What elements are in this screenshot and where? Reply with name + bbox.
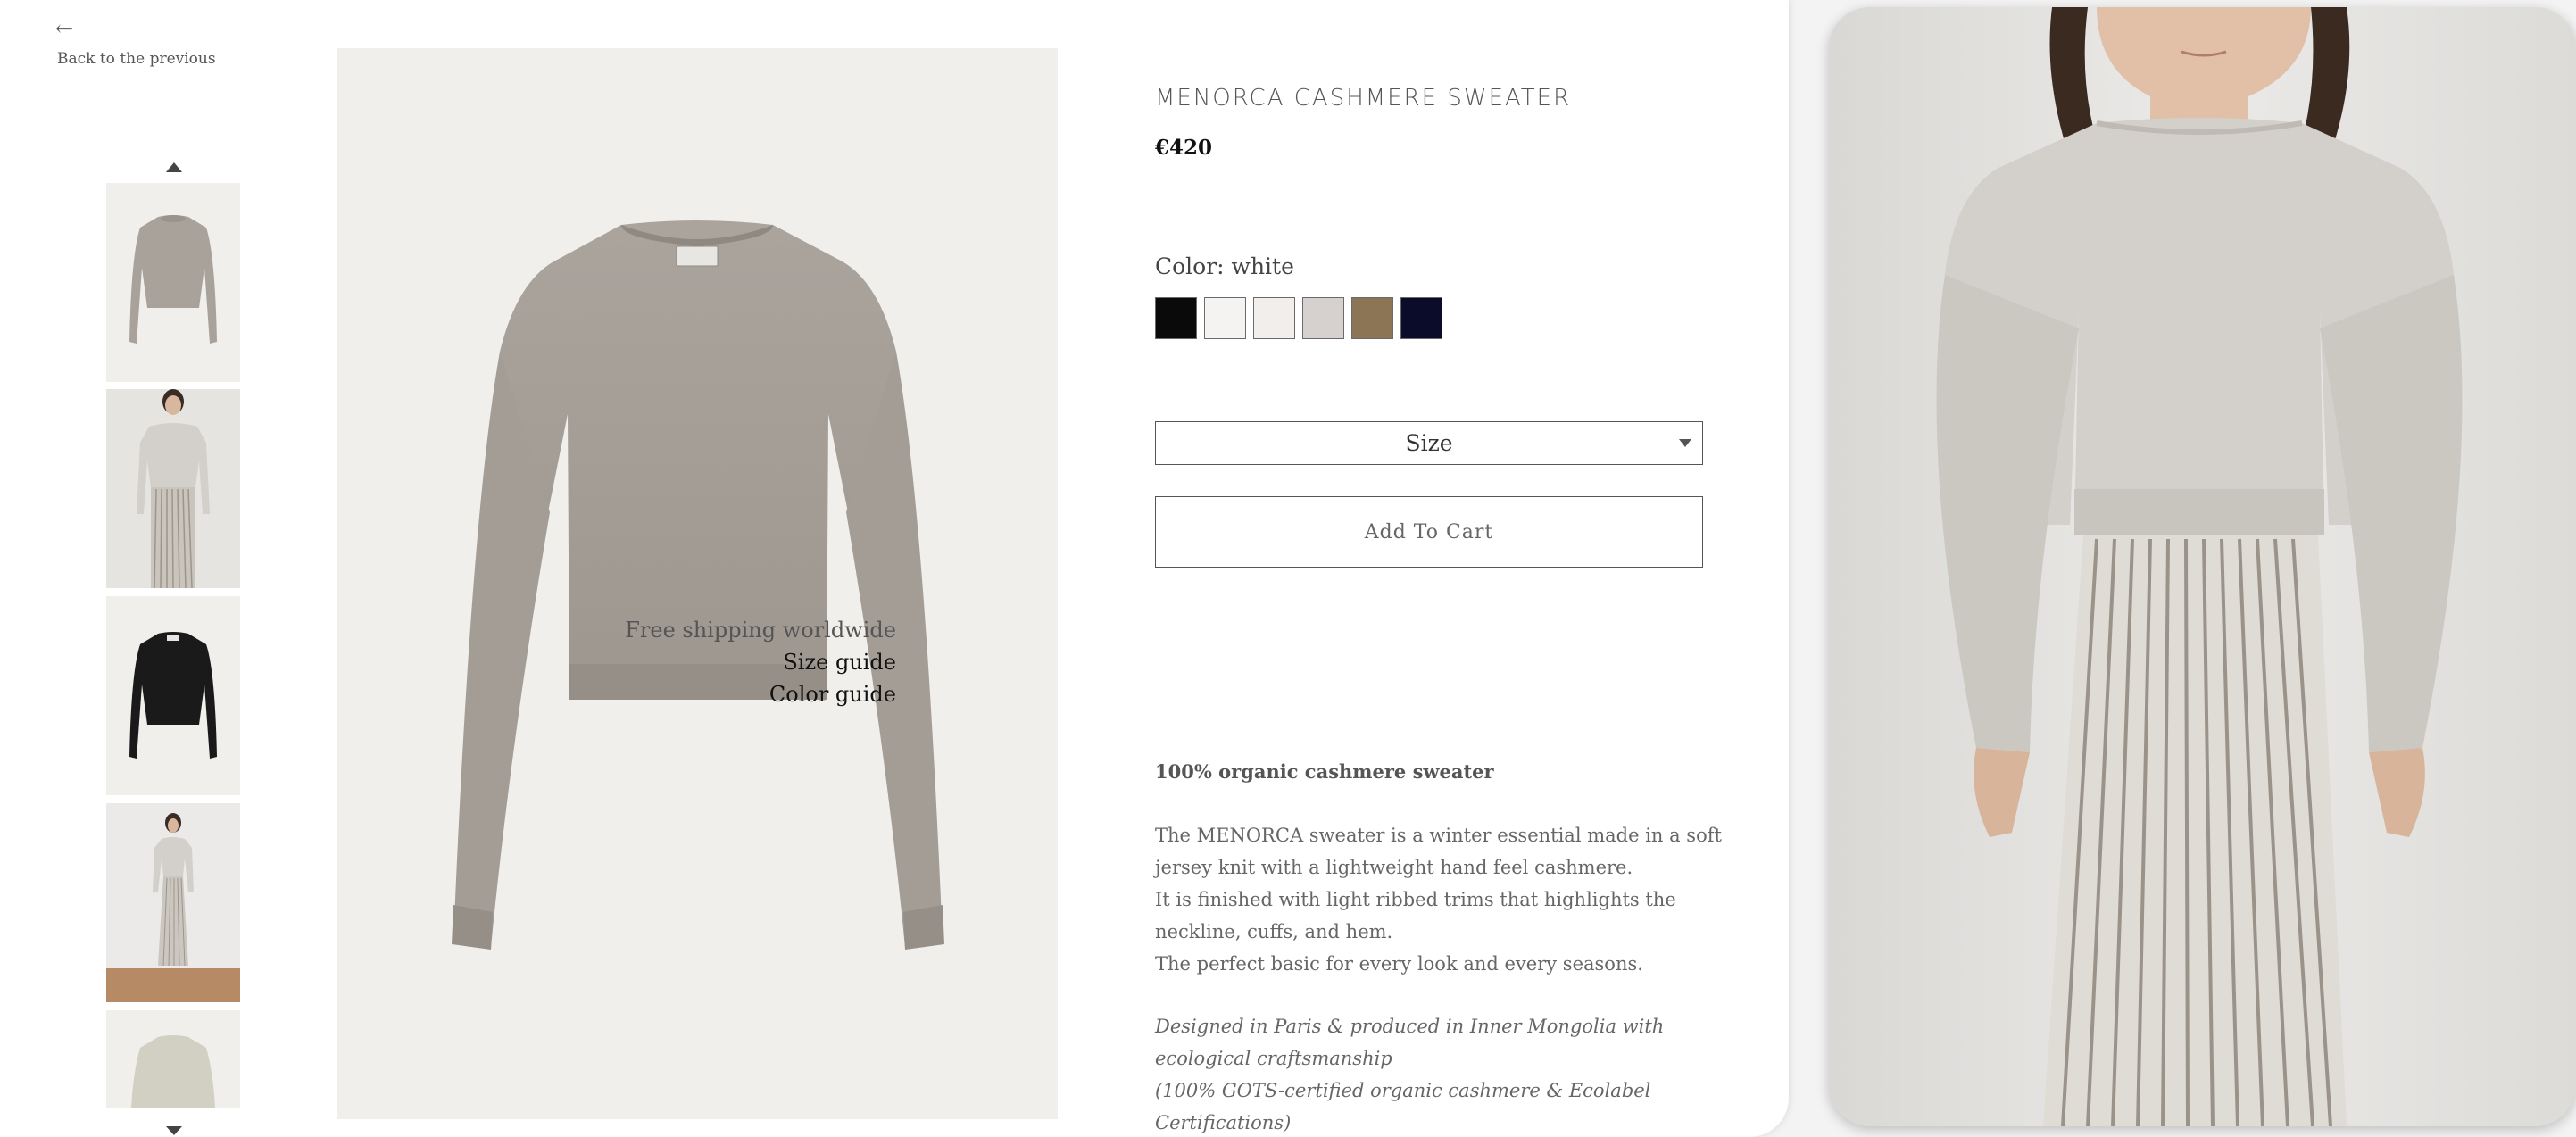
selected-color-label: Color: white	[1155, 253, 1294, 279]
thumbnail-1[interactable]	[106, 183, 240, 382]
description-line: The MENORCA sweater is a winter essentia…	[1155, 825, 1722, 846]
thumbnail-sweater-light-image	[106, 1010, 240, 1108]
thumbnails-up-arrow-icon[interactable]	[166, 162, 182, 172]
thumbnail-5[interactable]	[106, 1010, 240, 1108]
thumbnail-4[interactable]	[106, 803, 240, 1002]
back-link[interactable]: Back to the previous	[57, 50, 216, 68]
swatch-ivory[interactable]	[1253, 297, 1295, 339]
swatch-black[interactable]	[1155, 297, 1197, 339]
color-guide-link[interactable]: Color guide	[450, 678, 896, 710]
model-photo-card	[1829, 7, 2576, 1126]
size-guide-link[interactable]: Size guide	[450, 646, 896, 678]
production-note-line: ecological craftsmanship	[1155, 1048, 1392, 1069]
back-arrow-icon[interactable]: ←	[55, 16, 73, 41]
thumbnail-2[interactable]	[106, 389, 240, 588]
description-line: The perfect basic for every look and eve…	[1155, 953, 1643, 975]
thumbnail-sweater-black-image	[106, 596, 240, 795]
add-to-cart-button[interactable]: Add To Cart	[1155, 496, 1703, 568]
model-wearing-sweater-image	[1829, 7, 2576, 1126]
chevron-down-icon	[1679, 439, 1691, 447]
thumbnails-down-arrow-icon[interactable]	[166, 1126, 182, 1135]
color-swatches	[1155, 297, 1442, 339]
production-note-line: Designed in Paris & produced in Inner Mo…	[1155, 1016, 1665, 1037]
swatch-camel[interactable]	[1351, 297, 1393, 339]
description-body: The MENORCA sweater is a winter essentia…	[1155, 819, 1726, 980]
product-title: MENORCA CASHMERE SWEATER	[1155, 85, 1572, 112]
info-links: Free shipping worldwide Size guide Color…	[450, 614, 896, 710]
description-line: jersey knit with a lightweight hand feel…	[1155, 857, 1633, 878]
production-note-line: (100% GOTS-certified organic cashmere & …	[1155, 1080, 1651, 1101]
size-select-label: Size	[1405, 430, 1453, 456]
production-note: Designed in Paris & produced in Inner Mo…	[1155, 1010, 1726, 1137]
product-price: €420	[1155, 136, 1213, 160]
main-product-image	[337, 48, 1058, 1119]
description-heading: 100% organic cashmere sweater	[1155, 760, 1494, 783]
description-line: neckline, cuffs, and hem.	[1155, 921, 1393, 942]
size-select[interactable]: Size	[1155, 421, 1703, 465]
thumbnail-sweater-grey-image	[106, 183, 240, 382]
production-note-line: Certifications)	[1155, 1112, 1292, 1133]
shipping-info: Free shipping worldwide	[625, 618, 896, 643]
thumbnail-model-front-image	[106, 389, 240, 588]
swatch-navy[interactable]	[1400, 297, 1442, 339]
description-line: It is finished with light ribbed trims t…	[1155, 889, 1676, 910]
product-panel: ← Back to the previous MENORCA CASHMERE …	[0, 0, 1789, 1137]
swatch-light-grey[interactable]	[1302, 297, 1344, 339]
thumbnail-3[interactable]	[106, 596, 240, 795]
swatch-white[interactable]	[1204, 297, 1246, 339]
sweater-grey-main-image	[337, 48, 1058, 1119]
thumbnail-model-full-image	[106, 803, 240, 1002]
